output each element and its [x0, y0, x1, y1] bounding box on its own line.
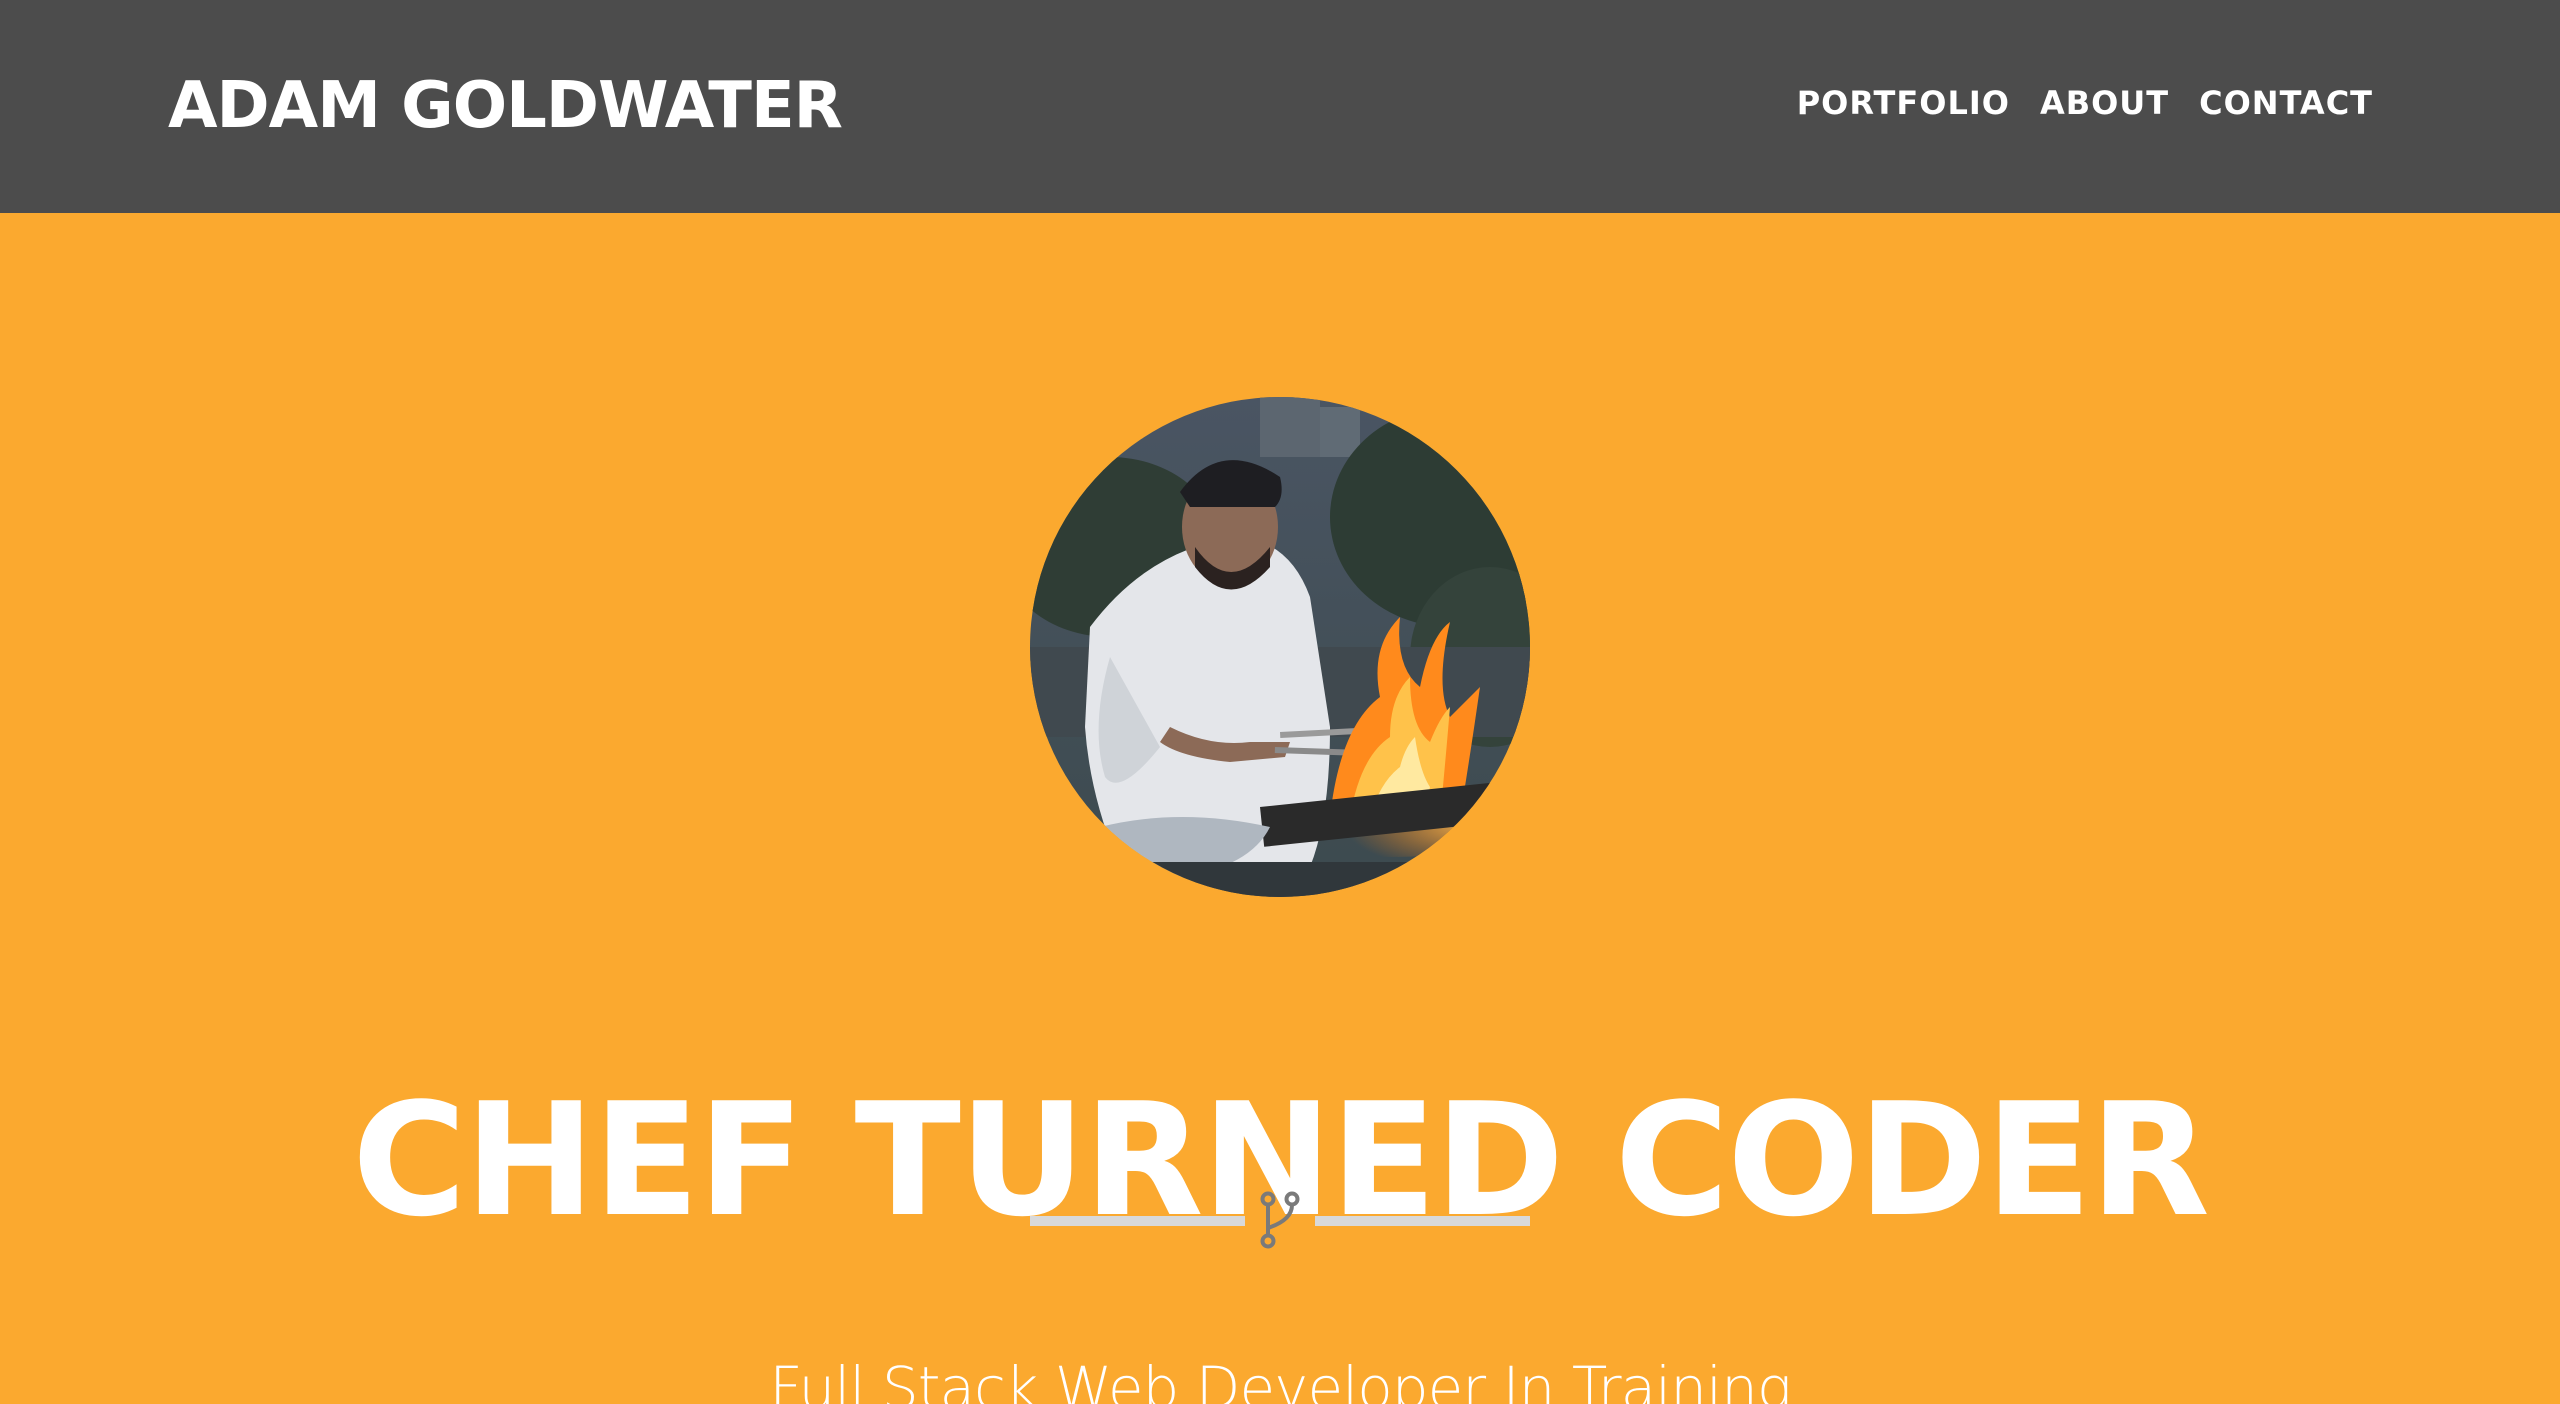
hero-subtitle: Full Stack Web Developer In Training: [769, 1354, 1791, 1404]
nav-about[interactable]: ABOUT: [2040, 83, 2169, 123]
star-divider: [1030, 1190, 1530, 1250]
navbar: ADAM GOLDWATER PORTFOLIO ABOUT CONTACT: [0, 0, 2560, 213]
nav-portfolio[interactable]: PORTFOLIO: [1797, 83, 2010, 123]
nav-contact[interactable]: CONTACT: [2199, 83, 2373, 123]
brand-link[interactable]: ADAM GOLDWATER: [168, 66, 843, 146]
divider-line-left: [1030, 1216, 1245, 1226]
nav-links: PORTFOLIO ABOUT CONTACT: [1797, 83, 2373, 123]
code-branch-icon: [1255, 1190, 1305, 1250]
profile-photo: [1030, 397, 1530, 897]
divider-line-right: [1315, 1216, 1530, 1226]
